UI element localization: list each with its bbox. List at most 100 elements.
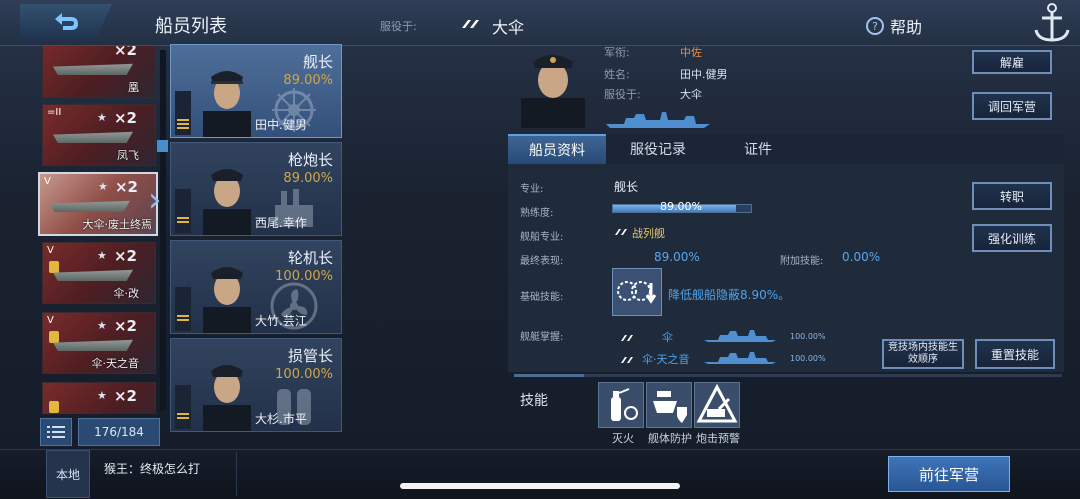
- ship-star-count: ×2: [114, 178, 138, 196]
- crew-role: 损管长: [287, 347, 333, 365]
- final-performance-label: 最终表现:: [520, 256, 564, 267]
- ship-tier-tag: =II: [47, 107, 62, 118]
- back-button[interactable]: [20, 4, 112, 40]
- recall-button[interactable]: 调回军营: [972, 92, 1052, 120]
- serving-label: 服役于:: [380, 20, 417, 33]
- skills-title: 技能: [520, 393, 548, 409]
- mastery-label: 舰艇掌握:: [520, 332, 564, 343]
- ship-tier-tag: V: [47, 315, 54, 326]
- ship-silhouette-icon: [606, 112, 710, 128]
- crew-role: 轮机长: [287, 249, 333, 267]
- chevron-right-icon: ›: [148, 180, 162, 220]
- mastery-ship-silhouette: [704, 330, 776, 342]
- mastery-ship-name: 伞: [662, 331, 673, 344]
- enhanced-training-button[interactable]: 强化训练: [972, 224, 1052, 252]
- ship-star-count: ×2: [113, 387, 137, 405]
- specialty-label: 专业:: [520, 184, 544, 195]
- ship-image: [53, 131, 133, 143]
- crew-card-captain[interactable]: 舰长 89.00% 田中.健男: [170, 44, 342, 138]
- goto-barracks-button[interactable]: 前往军营: [888, 456, 1010, 492]
- ship-name: 凤飞: [117, 149, 139, 162]
- list-icon: [47, 426, 65, 438]
- rank-insignia: [175, 91, 191, 135]
- ship-specialty-value: 战列舰: [632, 227, 665, 240]
- crew-card-gunnery[interactable]: 枪炮长 89.00% 西尾.幸作: [170, 142, 342, 236]
- rank-value: 中佐: [680, 46, 702, 59]
- chat-channel-button[interactable]: 本地: [46, 450, 90, 498]
- ship-card-selected[interactable]: V ★ ×2 大伞·废土终焉: [38, 172, 158, 236]
- serving-on-label: 服役于:: [604, 88, 641, 101]
- divider: [514, 374, 1062, 377]
- list-view-button[interactable]: [40, 418, 72, 446]
- crew-name: 田中.健男: [255, 118, 307, 132]
- tab-certificate[interactable]: 证件: [708, 134, 808, 164]
- ship-star-count: ×2: [113, 247, 137, 265]
- ship-card[interactable]: ×2 凰: [42, 46, 156, 98]
- question-circle-icon: ?: [866, 17, 884, 35]
- home-indicator[interactable]: [400, 483, 680, 489]
- base-skill-slot[interactable]: [612, 268, 662, 316]
- rank-insignia: [175, 385, 191, 429]
- ship-tier-tag: V: [44, 176, 51, 187]
- battleship-class-icon: [615, 229, 627, 235]
- ship-list-scrollbar[interactable]: [160, 50, 166, 410]
- star-icon: ★: [98, 180, 108, 193]
- officer-portrait: [203, 267, 251, 333]
- ship-star-count: ×2: [113, 109, 137, 127]
- ship-name: 大伞·废土终焉: [82, 218, 153, 231]
- name-value: 田中.健男: [680, 68, 728, 81]
- star-icon: ★: [97, 249, 107, 262]
- anchor-icon[interactable]: [1028, 0, 1076, 46]
- mastery-ship-silhouette: [704, 352, 776, 364]
- mastery-pct: 100.00%: [790, 332, 826, 341]
- ship-tier-tag: V: [47, 245, 54, 256]
- base-skill-label: 基础技能:: [520, 292, 564, 303]
- officer-detail-portrait: [521, 55, 585, 128]
- top-bar: 船员列表 服役于: 大伞 ? 帮助: [0, 0, 1080, 46]
- crew-card-damage-control[interactable]: 损管长 100.00% 大杉.市平: [170, 338, 342, 432]
- proficiency-value: 89.00%: [660, 200, 702, 213]
- mastery-pct: 100.00%: [790, 354, 826, 363]
- change-job-button[interactable]: 转职: [972, 182, 1052, 210]
- skill-slot-shell-warning[interactable]: [694, 382, 740, 428]
- ship-card[interactable]: =II ★ ×2 凤飞: [42, 104, 156, 166]
- crew-count[interactable]: 176/184: [78, 418, 160, 446]
- skill-slot-hull-protection[interactable]: [646, 382, 692, 428]
- tab-crew-profile[interactable]: 船员资料: [508, 134, 606, 164]
- reset-skill-button[interactable]: 重置技能: [975, 339, 1055, 369]
- rank-label: 军衔:: [604, 46, 630, 59]
- ship-star-count: ×2: [113, 317, 137, 335]
- serving-on-value: 大伞: [680, 88, 702, 101]
- chat-message[interactable]: 猴王：终极怎么打: [104, 460, 200, 477]
- ship-image: [53, 339, 133, 351]
- ship-list[interactable]: ×2 凰 =II ★ ×2 凤飞 V ★ ×2 大伞·废土终焉 V ★ ×2 伞…: [38, 46, 166, 414]
- scrollbar-thumb[interactable]: [157, 140, 168, 152]
- help-button[interactable]: ? 帮助: [866, 14, 922, 38]
- officer-portrait: [203, 169, 251, 235]
- skill-order-button[interactable]: 竞技场内技能生效顺序: [882, 339, 964, 369]
- crew-role: 舰长: [302, 53, 333, 71]
- battleship-class-icon: [621, 357, 633, 363]
- help-label: 帮助: [890, 18, 923, 37]
- skill-slot-fire[interactable]: [598, 382, 644, 428]
- ship-shield-icon: [653, 391, 687, 423]
- divider-highlight: [514, 374, 584, 377]
- tab-service-record[interactable]: 服役记录: [608, 134, 708, 164]
- ship-card[interactable]: V ★ ×2 伞·天之音: [42, 312, 156, 374]
- crew-card-engineer[interactable]: 轮机长 100.00% 大竹.芸江: [170, 240, 342, 334]
- ship-card[interactable]: V ★ ×2 伞·改: [42, 242, 156, 304]
- crew-name: 大杉.市平: [255, 412, 307, 426]
- concealment-down-icon: [617, 281, 657, 304]
- back-arrow-icon: [55, 13, 78, 30]
- divider: [236, 452, 237, 496]
- fire-extinguisher-icon: [611, 388, 638, 421]
- dismiss-button[interactable]: 解雇: [972, 50, 1052, 74]
- lock-icon: [49, 401, 59, 413]
- serving-ship: 大伞: [492, 18, 525, 37]
- skill-label: 灭火: [612, 432, 634, 445]
- proficiency-label: 熟练度:: [520, 208, 554, 219]
- mastery-ship-name: 伞·天之音: [642, 353, 690, 366]
- ship-name: 伞·改: [113, 287, 140, 300]
- ship-image: [53, 63, 133, 75]
- ship-card[interactable]: ★ ×2: [42, 382, 156, 414]
